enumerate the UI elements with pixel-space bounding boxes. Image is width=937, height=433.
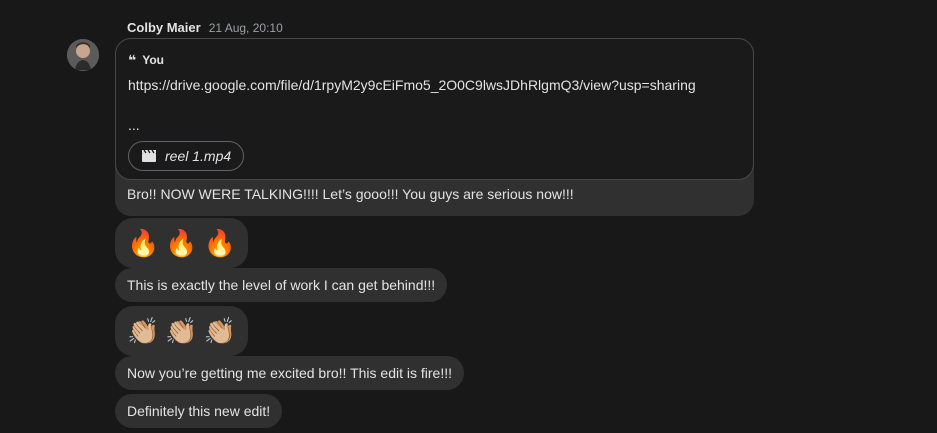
message-bubble[interactable]: This is exactly the level of work I can … bbox=[115, 268, 448, 302]
chat-thread: Colby Maier 21 Aug, 20:10 ❝ You https://… bbox=[0, 0, 937, 433]
clapperboard-icon bbox=[142, 149, 156, 162]
clapping-hands-emoji: 👏🏼 bbox=[127, 316, 160, 346]
quote-icon: ❝ bbox=[128, 52, 137, 68]
reply-text: Bro!! NOW WERE TALKING!!!! Let’s gooo!!!… bbox=[127, 186, 574, 202]
file-name[interactable]: reel 1.mp4 bbox=[165, 148, 231, 164]
message-text: Now you’re getting me excited bro!! This… bbox=[127, 365, 452, 381]
fire-emoji: 🔥 bbox=[127, 228, 160, 258]
emoji-message[interactable]: 🔥 🔥 🔥 bbox=[115, 218, 249, 268]
toolbar-edge-icons bbox=[727, 0, 847, 4]
quoted-message-bubble[interactable]: ❝ You https://drive.google.com/file/d/1r… bbox=[115, 38, 754, 216]
quote-ellipsis: ... bbox=[128, 117, 140, 133]
message-bubble[interactable]: Definitely this new edit! bbox=[115, 394, 283, 428]
file-attachment-chip[interactable]: reel 1.mp4 bbox=[128, 141, 245, 171]
clapping-hands-emoji: 👏🏼 bbox=[165, 316, 198, 346]
fire-emoji: 🔥 bbox=[203, 228, 237, 258]
quoted-message[interactable]: ❝ You https://drive.google.com/file/d/1r… bbox=[115, 38, 754, 180]
avatar-image bbox=[67, 39, 99, 71]
message-text: Definitely this new edit! bbox=[127, 403, 271, 419]
avatar[interactable] bbox=[67, 39, 99, 71]
quote-author: You bbox=[142, 53, 164, 67]
emoji-message[interactable]: 👏🏼 👏🏼 👏🏼 bbox=[115, 306, 249, 356]
drive-link[interactable]: https://drive.google.com/file/d/1rpyM2y9… bbox=[128, 77, 696, 93]
fire-emoji: 🔥 bbox=[165, 228, 198, 258]
quote-header: ❝ You bbox=[128, 53, 164, 67]
message-bubble[interactable]: Now you’re getting me excited bro!! This… bbox=[115, 356, 464, 390]
message-timestamp: 21 Aug, 20:10 bbox=[208, 21, 283, 35]
clapping-hands-emoji: 👏🏼 bbox=[203, 316, 237, 346]
message-text: This is exactly the level of work I can … bbox=[127, 277, 436, 293]
message-header: Colby Maier 21 Aug, 20:10 bbox=[127, 20, 283, 38]
sender-name[interactable]: Colby Maier bbox=[127, 20, 201, 35]
